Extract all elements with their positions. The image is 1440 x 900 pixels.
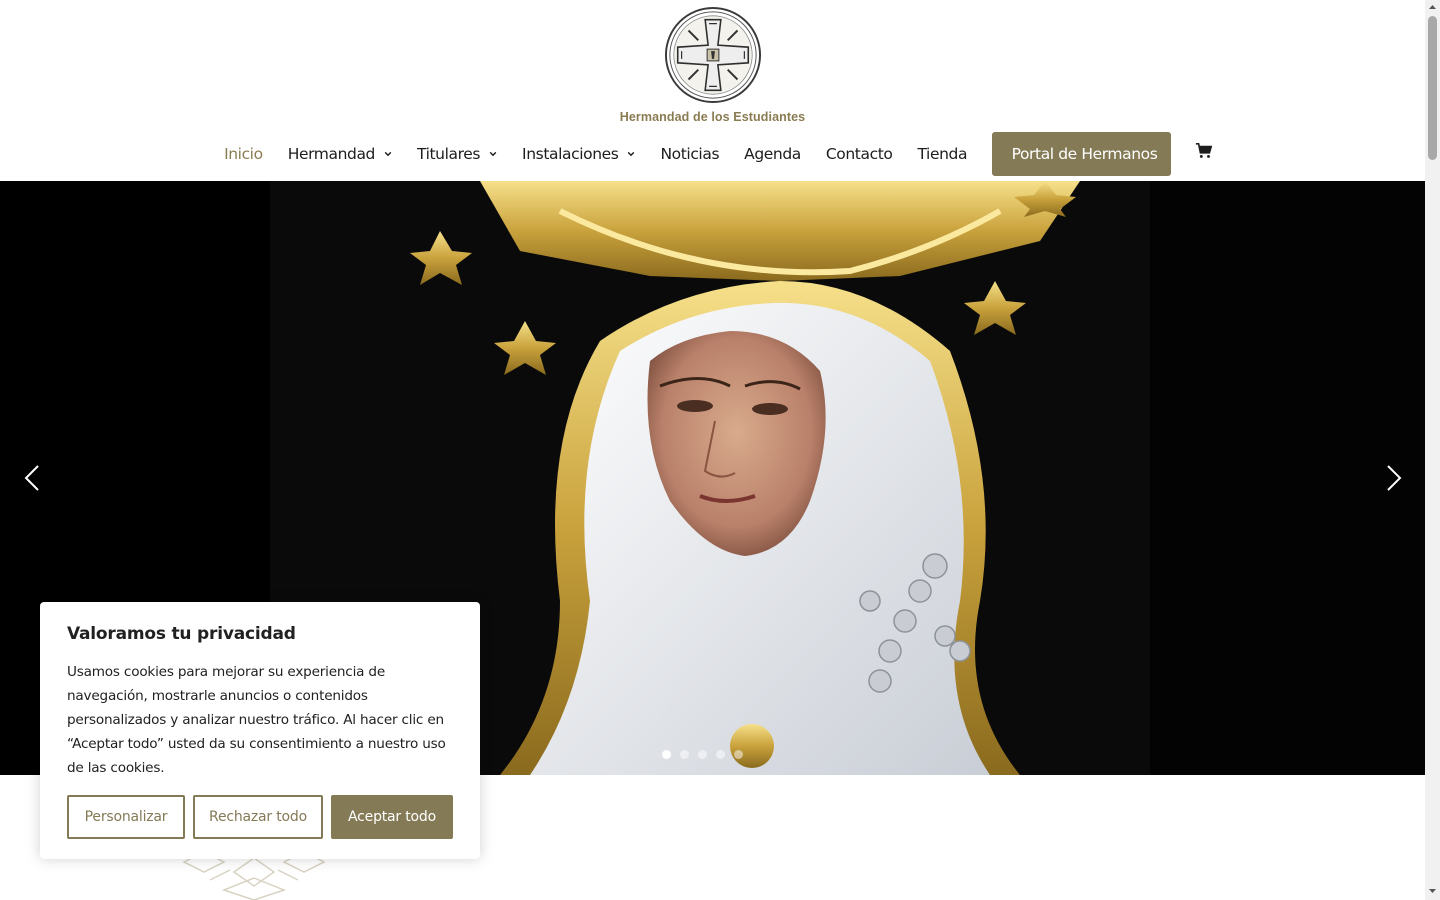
site-header: Hermandad de los Estudiantes Inicio Herm… — [0, 0, 1425, 181]
nav-item-hermandad[interactable]: Hermandad — [288, 132, 392, 176]
slider-dots — [662, 750, 752, 759]
main-nav: Inicio Hermandad Titulares Instalaciones… — [0, 132, 1425, 176]
cookie-banner-text: Usamos cookies para mejorar su experienc… — [67, 664, 446, 776]
slider-dot-2[interactable] — [680, 750, 689, 759]
nav-item-label: Tienda — [917, 145, 968, 163]
cookie-banner-actions: Personalizar Rechazar todo Aceptar todo — [67, 795, 461, 839]
nav-item-label: Contacto — [825, 145, 893, 163]
portal-hermanos-button[interactable]: Portal de Hermanos — [991, 132, 1172, 176]
shopping-cart-icon[interactable] — [1195, 142, 1213, 160]
chevron-down-icon — [628, 151, 635, 157]
nav-item-label: Inicio — [224, 145, 263, 163]
nav-item-titulares[interactable]: Titulares — [417, 132, 497, 176]
scroll-down-icon[interactable] — [1425, 884, 1440, 898]
nav-item-label: Instalaciones — [522, 145, 619, 163]
chevron-down-icon — [489, 151, 497, 157]
nav-item-contacto[interactable]: Contacto — [826, 132, 893, 176]
slider-dot-3[interactable] — [698, 750, 707, 759]
slider-dot-4[interactable] — [716, 750, 725, 759]
cookie-consent-banner: Valoramos tu privacidad Usamos cookies p… — [40, 602, 480, 859]
chevron-right-icon[interactable] — [1382, 463, 1406, 493]
nav-item-label: Noticias — [660, 145, 720, 163]
nav-item-instalaciones[interactable]: Instalaciones — [522, 132, 635, 176]
nav-item-agenda[interactable]: Agenda — [744, 132, 801, 176]
brotherhood-seal-icon — [664, 6, 761, 104]
scroll-up-icon[interactable] — [1425, 0, 1440, 14]
reject-all-button[interactable]: Rechazar todo — [193, 795, 323, 839]
nav-item-inicio[interactable]: Inicio — [224, 132, 263, 176]
accept-all-button[interactable]: Aceptar todo — [331, 795, 453, 839]
nav-item-noticias[interactable]: Noticias — [660, 132, 719, 176]
customize-button[interactable]: Personalizar — [67, 795, 185, 839]
slider-dot-1[interactable] — [662, 750, 671, 759]
scrollbar-thumb[interactable] — [1428, 16, 1437, 160]
logo-text: Hermandad de los Estudiantes — [619, 110, 806, 124]
site-logo[interactable]: Hermandad de los Estudiantes — [0, 6, 1425, 124]
chevron-left-icon[interactable] — [20, 463, 44, 493]
nav-item-label: Hermandad — [287, 145, 376, 163]
chevron-down-icon — [384, 151, 392, 157]
nav-item-tienda[interactable]: Tienda — [917, 132, 967, 176]
nav-item-label: Agenda — [744, 145, 801, 163]
cookie-banner-title: Valoramos tu privacidad — [67, 624, 296, 644]
page-scrollbar[interactable] — [1425, 0, 1440, 900]
nav-item-label: Titulares — [416, 145, 481, 163]
slider-dot-5[interactable] — [734, 750, 743, 759]
